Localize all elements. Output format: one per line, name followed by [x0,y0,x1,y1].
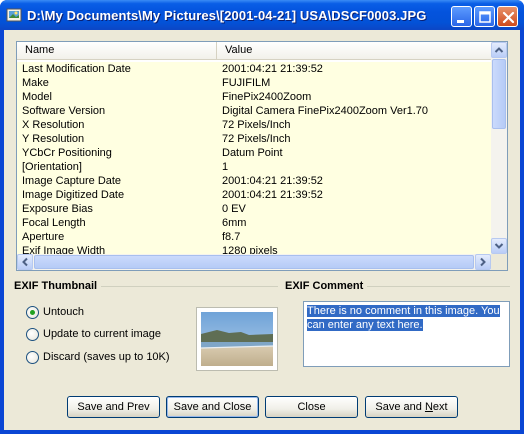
window-title: D:\My Documents\My Pictures\[2001-04-21]… [27,8,427,23]
scrollbar-corner [491,254,507,270]
radio-label: Discard (saves up to 10K) [43,351,170,363]
row-value: FUJIFILM [222,77,271,89]
row-name: Make [22,77,49,89]
comment-text-line: can enter any text here. [307,319,423,331]
row-name: YCbCr Positioning [22,147,112,159]
save-next-label-suffix: ext [432,401,448,413]
row-value: 1280 pixels [222,245,278,254]
row-value: 1 [222,161,229,173]
comment-text-line: There is no comment in this image. You [307,305,500,317]
row-value: FinePix2400Zoom [222,91,312,103]
row-value: 2001:04:21 21:39:52 [222,63,323,75]
row-name: Image Capture Date [22,175,122,187]
exif-comment-textarea[interactable]: There is no comment in this image. You c… [303,301,510,367]
chevron-down-icon [494,243,504,249]
chevron-right-icon [480,257,486,267]
list-row[interactable]: Exposure Bias 0 EV [17,202,491,216]
horizontal-scrollbar[interactable] [17,254,491,270]
list-row[interactable]: [Orientation] 1 [17,160,491,174]
dialog-client-area: Name Value Last Modification Date 2001:04… [4,30,520,430]
row-value: f8.7 [222,231,241,243]
horizontal-scroll-thumb[interactable] [34,255,474,269]
scroll-up-button[interactable] [491,42,507,58]
image-file-icon [6,8,22,22]
radio-label: Untouch [43,306,84,318]
row-name: X Resolution [22,119,85,131]
row-value: Digital Camera FinePix2400Zoom Ver1.70 [222,105,429,117]
row-name: Image Digitized Date [22,189,125,201]
save-and-next-button[interactable]: Save and Next [365,396,458,418]
list-body: Last Modification Date 2001:04:21 21:39:5… [17,62,491,254]
maximize-button[interactable] [474,6,495,27]
save-and-close-button[interactable]: Save and Close [166,396,259,418]
close-icon [502,11,515,24]
column-header-value[interactable]: Value [217,42,491,59]
save-next-label: Save and [375,401,425,413]
chevron-up-icon [494,47,504,53]
radio-selected-dot [30,310,35,315]
save-and-prev-button[interactable]: Save and Prev [67,396,160,418]
list-row[interactable]: Last Modification Date 2001:04:21 21:39:5… [17,62,491,76]
radio-button[interactable] [26,351,39,364]
row-value: Datum Point [222,147,283,159]
vertical-scrollbar[interactable] [491,42,507,254]
beach-thumbnail-picture [200,312,274,366]
close-window-button[interactable] [497,6,518,27]
list-row[interactable]: Exif Image Width 1280 pixels [17,244,491,254]
scroll-left-button[interactable] [17,254,33,270]
minimize-button[interactable] [451,6,472,27]
vertical-scroll-thumb[interactable] [492,59,506,129]
list-header: Name Value [17,42,491,60]
row-name: Model [22,91,52,103]
dialog-window: D:\My Documents\My Pictures\[2001-04-21]… [0,0,524,434]
comment-group-title: EXIF Comment [285,280,368,292]
thumbnail-group-title: EXIF Thumbnail [14,280,102,292]
list-row[interactable]: Focal Length 6mm [17,216,491,230]
column-header-name[interactable]: Name [17,42,217,59]
list-row[interactable]: YCbCr Positioning Datum Point [17,146,491,160]
row-name: Aperture [22,231,65,243]
save-next-accelerator: N [424,401,433,413]
maximize-icon [479,11,491,23]
minimize-icon [457,20,464,23]
list-row[interactable]: Image Capture Date 2001:04:21 21:39:52 [17,174,491,188]
list-row[interactable]: Software Version Digital Camera FinePix24… [17,104,491,118]
close-button[interactable]: Close [265,396,358,418]
list-row[interactable]: Aperture f8.7 [17,230,491,244]
scroll-right-button[interactable] [475,254,491,270]
radio-label: Update to current image [43,328,162,340]
exif-thumbnail-image [196,307,278,371]
row-name: Exposure Bias [22,203,93,215]
row-name: Software Version [22,105,106,117]
exif-properties-list[interactable]: Name Value Last Modification Date 2001:04… [16,41,508,271]
row-value: 0 EV [222,203,246,215]
row-name: Focal Length [22,217,86,229]
list-row[interactable]: Make FUJIFILM [17,76,491,90]
list-row[interactable]: X Resolution 72 Pixels/Inch [17,118,491,132]
list-row[interactable]: Image Digitized Date 2001:04:21 21:39:52 [17,188,491,202]
row-name: Last Modification Date [22,63,131,75]
chevron-left-icon [22,257,28,267]
scroll-down-button[interactable] [491,238,507,254]
row-value: 2001:04:21 21:39:52 [222,189,323,201]
row-name: [Orientation] [22,161,82,173]
row-value: 72 Pixels/Inch [222,133,291,145]
row-value: 72 Pixels/Inch [222,119,291,131]
list-row[interactable]: Y Resolution 72 Pixels/Inch [17,132,491,146]
radio-button[interactable] [26,306,39,319]
title-bar[interactable]: D:\My Documents\My Pictures\[2001-04-21]… [0,0,524,30]
row-name: Exif Image Width [22,245,106,254]
list-row[interactable]: Model FinePix2400Zoom [17,90,491,104]
radio-button[interactable] [26,328,39,341]
row-name: Y Resolution [22,133,85,145]
row-value: 2001:04:21 21:39:52 [222,175,323,187]
row-value: 6mm [222,217,247,229]
